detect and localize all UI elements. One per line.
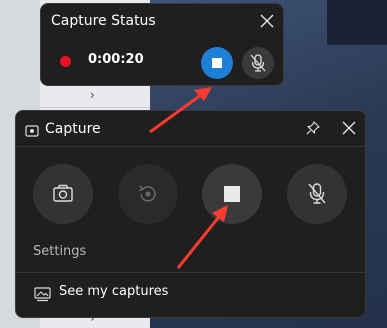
settings-link[interactable]: Settings: [33, 244, 86, 259]
capture-widget-icon: [25, 123, 39, 137]
capture-title: Capture: [45, 121, 101, 137]
capture-widget: Capture Settings See my captures: [15, 110, 366, 318]
stop-icon: [212, 58, 222, 68]
header-divider: [16, 146, 365, 147]
wallpaper-shadow: [327, 0, 387, 45]
gallery-icon: [34, 287, 51, 302]
record-last-button[interactable]: [118, 164, 178, 224]
mic-toggle-button[interactable]: [242, 47, 274, 79]
stop-recording-button-large[interactable]: [202, 164, 262, 224]
mic-toggle-button-large[interactable]: [287, 164, 347, 224]
mic-off-icon: [250, 54, 266, 72]
stop-recording-button[interactable]: [201, 47, 233, 79]
camera-icon: [53, 184, 73, 202]
recording-indicator: [60, 56, 71, 67]
close-icon[interactable]: [341, 120, 357, 136]
capture-status-title: Capture Status: [51, 13, 156, 29]
capture-status-window: Capture Status 0:00:20: [40, 3, 284, 86]
see-my-captures-link[interactable]: See my captures: [16, 273, 365, 317]
record-last-icon: [139, 185, 156, 202]
mic-off-icon: [308, 183, 326, 204]
see-my-captures-label: See my captures: [59, 284, 169, 299]
pin-icon[interactable]: [305, 120, 321, 136]
close-icon[interactable]: [259, 13, 275, 29]
stop-icon: [224, 186, 240, 202]
divider: [40, 107, 150, 108]
screenshot-button[interactable]: [33, 164, 93, 224]
chevron-right-icon: ›: [90, 88, 95, 102]
recording-timer: 0:00:20: [88, 52, 144, 67]
